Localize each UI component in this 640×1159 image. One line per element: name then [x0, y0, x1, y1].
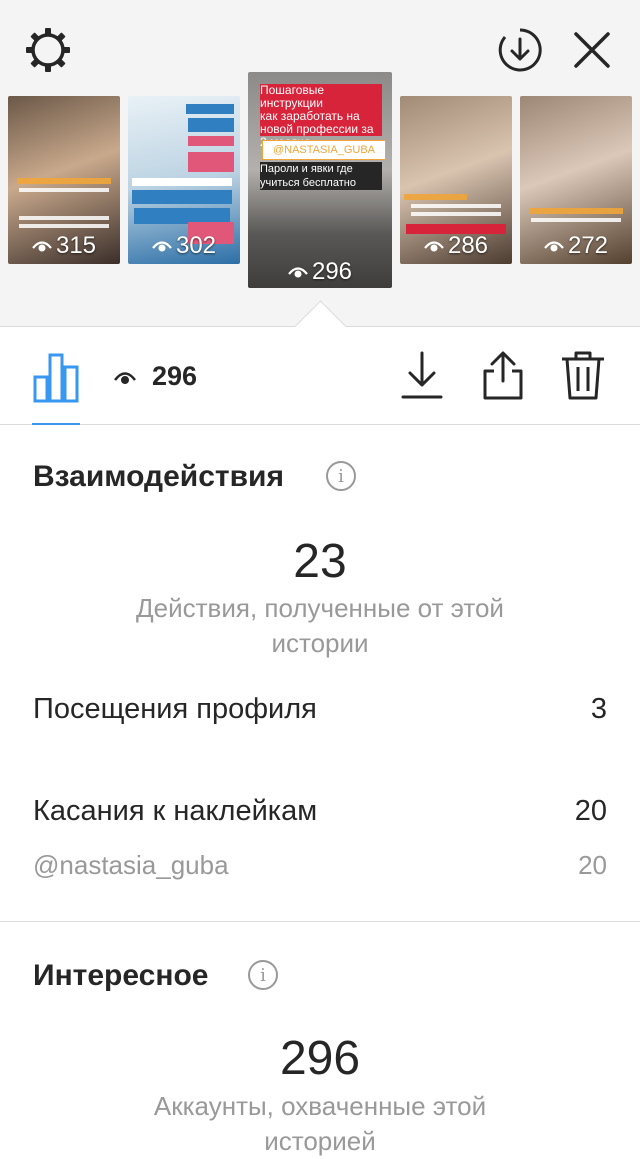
story-views-count: 302	[175, 232, 217, 259]
story-line: Пошаговые инструкции	[260, 83, 325, 110]
reach-total: 296	[279, 1032, 361, 1085]
story-thumbnail[interactable]: 315	[8, 96, 120, 264]
download-icon	[401, 351, 443, 399]
views-count: 296	[152, 361, 198, 391]
save-story-button[interactable]	[400, 351, 448, 403]
info-icon[interactable]: i	[326, 461, 356, 491]
tab-active-underline	[32, 423, 80, 425]
eye-icon	[32, 241, 52, 252]
sticker-taps-value: 20	[574, 795, 607, 827]
story-views-count: 296	[311, 258, 353, 285]
profile-visits-label: Посещения профиля	[33, 693, 317, 725]
share-button[interactable]	[480, 349, 528, 403]
stories-strip: 315 302 Пошаговые инструкции как заработ…	[0, 0, 640, 326]
eye-icon	[424, 241, 444, 252]
sticker-handle: @nastasia_guba	[33, 850, 229, 880]
settings-button[interactable]	[22, 24, 74, 76]
story-views-count: 286	[447, 232, 489, 259]
close-button[interactable]	[566, 24, 618, 76]
story-thumbnail[interactable]: 286	[400, 96, 512, 264]
story-subline: Пароли и явки где учиться бесплатно	[260, 162, 382, 190]
sticker-taps-label: Касания к наклейкам	[33, 795, 318, 827]
story-line: Пароли и явки где	[260, 163, 353, 175]
close-icon	[574, 32, 610, 68]
delete-button[interactable]	[560, 349, 608, 403]
bar-chart-icon	[33, 353, 79, 403]
trash-icon	[562, 351, 604, 400]
story-tag: @NASTASIA_GUBA	[262, 140, 386, 160]
actions-caption: Действия, полученные от этой истории	[136, 593, 504, 658]
tab-insights[interactable]	[28, 347, 84, 425]
eye-icon	[152, 241, 172, 252]
section-title-discovery: Интересное	[33, 959, 209, 992]
gear-icon	[26, 28, 70, 72]
story-line: учиться бесплатно	[260, 177, 356, 189]
reach-caption: Аккаунты, охваченные этой историей	[153, 1091, 487, 1156]
section-divider	[0, 921, 640, 922]
actions-total: 23	[293, 535, 347, 588]
insights-panel: 296 Взаимодействия i 23 Действия, получе…	[0, 326, 640, 1156]
share-icon	[483, 351, 523, 400]
profile-visits-value: 3	[590, 693, 607, 725]
eye-icon	[288, 267, 308, 278]
info-icon[interactable]: i	[248, 960, 278, 990]
story-thumbnail-selected[interactable]: Пошаговые инструкции как заработать на н…	[248, 72, 392, 288]
download-story-button[interactable]	[494, 24, 546, 76]
circle-download-icon	[498, 28, 542, 72]
story-thumbnail[interactable]: 302	[128, 96, 240, 264]
sticker-handle-value: 20	[578, 850, 607, 880]
story-views-count: 272	[567, 232, 609, 259]
eye-icon	[544, 241, 564, 252]
story-views-count: 315	[55, 232, 97, 259]
eye-icon	[114, 372, 136, 384]
story-thumbnail[interactable]: 272	[520, 96, 632, 264]
section-title-interactions: Взаимодействия	[33, 460, 284, 493]
